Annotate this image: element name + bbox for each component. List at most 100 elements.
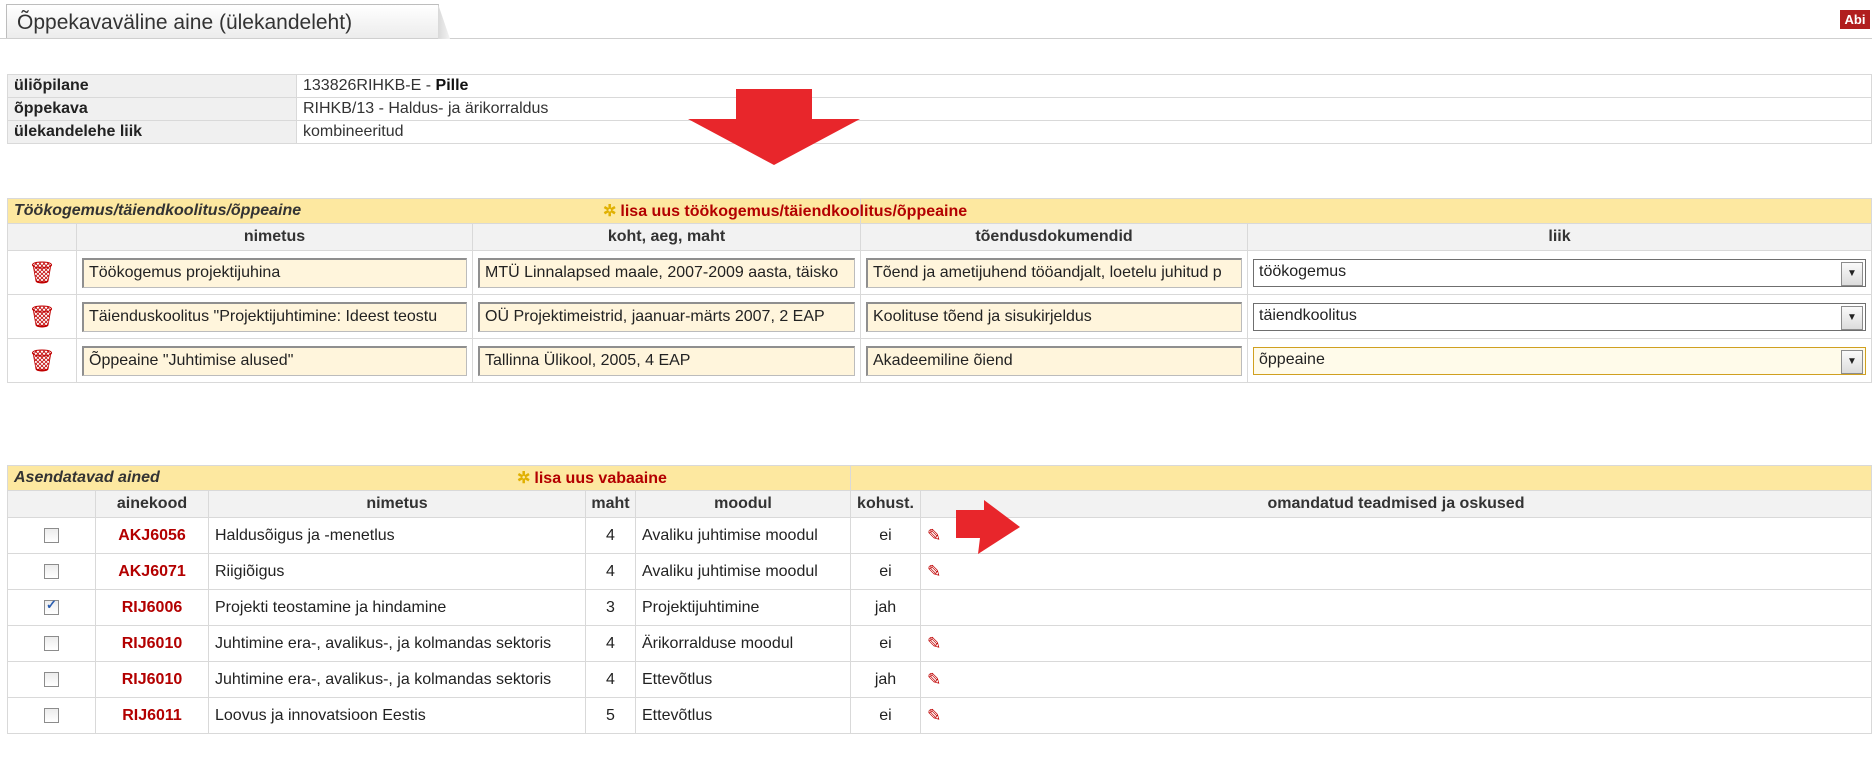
docs-input[interactable]: Koolituse tõend ja sisukirjeldus bbox=[866, 301, 1242, 332]
type-select[interactable]: täiendkoolitus ▼ bbox=[1253, 302, 1866, 331]
course-module: Ettevõtlus bbox=[635, 697, 851, 734]
course-credits: 5 bbox=[585, 697, 636, 734]
place-input[interactable]: MTÜ Linnalapsed maale, 2007-2009 aasta, … bbox=[478, 257, 855, 288]
course-checkbox[interactable] bbox=[44, 671, 59, 687]
course-row: RIJ6010 Juhtimine era-, avalikus-, ja ko… bbox=[7, 625, 1872, 662]
course-name: Juhtimine era-, avalikus-, ja kolmandas … bbox=[208, 661, 586, 698]
pencil-icon[interactable]: ✎ bbox=[927, 634, 941, 653]
courses-table: Asendatavad ained ✲ lisa uus vabaaine ain… bbox=[7, 465, 1872, 734]
type-select-value: täiendkoolitus bbox=[1259, 306, 1357, 324]
course-name: Juhtimine era-, avalikus-, ja kolmandas … bbox=[208, 625, 586, 662]
course-code[interactable]: RIJ6006 bbox=[95, 589, 209, 626]
name-input[interactable]: Töökogemus projektijuhina bbox=[82, 257, 467, 288]
type-cell: õppeaine ▼ bbox=[1247, 338, 1872, 383]
add-course-link[interactable]: ✲ lisa uus vabaaine bbox=[517, 470, 667, 487]
course-code[interactable]: RIJ6011 bbox=[95, 697, 209, 734]
select-cell bbox=[7, 661, 96, 698]
course-module: Avaliku juhtimise moodul bbox=[635, 517, 851, 554]
col-select bbox=[7, 490, 96, 518]
course-credits: 4 bbox=[585, 517, 636, 554]
course-mandatory: ei bbox=[850, 553, 921, 590]
trash-icon[interactable]: 🗑 bbox=[7, 294, 77, 339]
course-mandatory: ei bbox=[850, 697, 921, 734]
course-code[interactable]: RIJ6010 bbox=[95, 661, 209, 698]
skills-cell: ✎ bbox=[920, 553, 1872, 590]
course-checkbox[interactable] bbox=[44, 597, 59, 615]
course-module: Ärikorralduse moodul bbox=[635, 625, 851, 662]
help-button[interactable]: Abi bbox=[1840, 10, 1870, 29]
pencil-icon[interactable]: ✎ bbox=[927, 706, 941, 725]
docs-cell: Koolituse tõend ja sisukirjeldus bbox=[860, 294, 1248, 339]
course-row: AKJ6056 Haldusõigus ja -menetlus 4 Avali… bbox=[7, 517, 1872, 554]
col-header-place: koht, aeg, maht bbox=[472, 223, 861, 251]
name-input[interactable]: Õppeaine "Juhtimise alused" bbox=[82, 345, 467, 376]
course-credits: 4 bbox=[585, 625, 636, 662]
student-info-table: üliõpilane 133826RIHKB-E - Pille õppekav… bbox=[7, 74, 1872, 144]
header-divider bbox=[0, 38, 1872, 39]
page-title-tab: Õppekavaväline aine (ülekandeleht) bbox=[6, 4, 439, 38]
skills-cell bbox=[920, 589, 1872, 626]
place-cell: Tallinna Ülikool, 2005, 4 EAP bbox=[472, 338, 861, 383]
name-cell: Õppeaine "Juhtimise alused" bbox=[76, 338, 473, 383]
course-row: RIJ6011 Loovus ja innovatsioon Eestis 5 … bbox=[7, 697, 1872, 734]
skills-cell: ✎ bbox=[920, 517, 1872, 554]
course-row: AKJ6071 Riigiõigus 4 Avaliku juhtimise m… bbox=[7, 553, 1872, 590]
course-module: Projektijuhtimine bbox=[635, 589, 851, 626]
course-checkbox[interactable] bbox=[44, 707, 59, 723]
course-mandatory: jah bbox=[850, 589, 921, 626]
course-mandatory: ei bbox=[850, 625, 921, 662]
type-select-value: töökogemus bbox=[1259, 262, 1347, 280]
trash-icon[interactable]: 🗑 bbox=[7, 338, 77, 383]
type-select[interactable]: õppeaine ▼ bbox=[1253, 346, 1866, 375]
trash-icon[interactable]: 🗑 bbox=[7, 250, 77, 295]
docs-input[interactable]: Tõend ja ametijuhend tööandjalt, loetelu… bbox=[866, 257, 1242, 288]
col-header-code: ainekood bbox=[95, 490, 209, 518]
course-row: RIJ6010 Juhtimine era-, avalikus-, ja ko… bbox=[7, 661, 1872, 698]
course-checkbox[interactable] bbox=[44, 635, 59, 651]
docs-input[interactable]: Akadeemiline õiend bbox=[866, 345, 1242, 376]
student-label: üliõpilane bbox=[7, 74, 297, 98]
select-cell bbox=[7, 553, 96, 590]
chevron-down-icon[interactable]: ▼ bbox=[1841, 349, 1863, 374]
experience-row: 🗑 Täienduskoolitus "Projektijuhtimine: I… bbox=[7, 294, 1872, 339]
name-cell: Töökogemus projektijuhina bbox=[76, 250, 473, 295]
pencil-icon[interactable]: ✎ bbox=[927, 526, 941, 545]
student-value: 133826RIHKB-E - Pille bbox=[296, 74, 1872, 98]
pencil-icon[interactable]: ✎ bbox=[927, 670, 941, 689]
course-code[interactable]: RIJ6010 bbox=[95, 625, 209, 662]
experience-row: 🗑 Töökogemus projektijuhina MTÜ Linnalap… bbox=[7, 250, 1872, 295]
course-checkbox[interactable] bbox=[44, 563, 59, 579]
name-input[interactable]: Täienduskoolitus "Projektijuhtimine: Ide… bbox=[82, 301, 467, 332]
col-delete bbox=[7, 223, 77, 251]
col-header-credits: maht bbox=[585, 490, 636, 518]
header-bar: Õppekavaväline aine (ülekandeleht) Abi bbox=[0, 0, 1872, 40]
annotation-arrow-right bbox=[956, 500, 1020, 554]
course-code[interactable]: AKJ6056 bbox=[95, 517, 209, 554]
annotation-arrow-down bbox=[688, 89, 860, 165]
course-code[interactable]: AKJ6071 bbox=[95, 553, 209, 590]
type-select[interactable]: töökogemus ▼ bbox=[1253, 258, 1866, 287]
type-cell: täiendkoolitus ▼ bbox=[1247, 294, 1872, 339]
skills-cell: ✎ bbox=[920, 661, 1872, 698]
experience-add-cell: ✲ lisa uus töökogemus/täiendkoolitus/õppe… bbox=[603, 198, 1872, 224]
curriculum-label: õppekava bbox=[7, 97, 297, 121]
chevron-down-icon[interactable]: ▼ bbox=[1841, 305, 1863, 330]
course-credits: 4 bbox=[585, 661, 636, 698]
pencil-icon[interactable]: ✎ bbox=[927, 562, 941, 581]
course-name: Loovus ja innovatsioon Eestis bbox=[208, 697, 586, 734]
chevron-down-icon[interactable]: ▼ bbox=[1841, 261, 1863, 286]
skills-cell: ✎ bbox=[920, 625, 1872, 662]
course-checkbox[interactable] bbox=[44, 527, 59, 543]
sheet-type-value: kombineeritud bbox=[296, 120, 1872, 144]
place-input[interactable]: Tallinna Ülikool, 2005, 4 EAP bbox=[478, 345, 855, 376]
docs-cell: Tõend ja ametijuhend tööandjalt, loetelu… bbox=[860, 250, 1248, 295]
student-code: 133826RIHKB-E - bbox=[303, 77, 436, 94]
col-header-module: moodul bbox=[635, 490, 851, 518]
place-input[interactable]: OÜ Projektimeistrid, jaanuar-märts 2007,… bbox=[478, 301, 855, 332]
add-course-label: lisa uus vabaaine bbox=[534, 470, 667, 487]
course-credits: 3 bbox=[585, 589, 636, 626]
col-header-skills: omandatud teadmised ja oskused bbox=[920, 490, 1872, 518]
add-experience-link[interactable]: ✲ lisa uus töökogemus/täiendkoolitus/õppe… bbox=[603, 203, 967, 220]
name-cell: Täienduskoolitus "Projektijuhtimine: Ide… bbox=[76, 294, 473, 339]
experience-table: Töökogemus/täiendkoolitus/õppeaine ✲ lisa… bbox=[7, 198, 1872, 383]
